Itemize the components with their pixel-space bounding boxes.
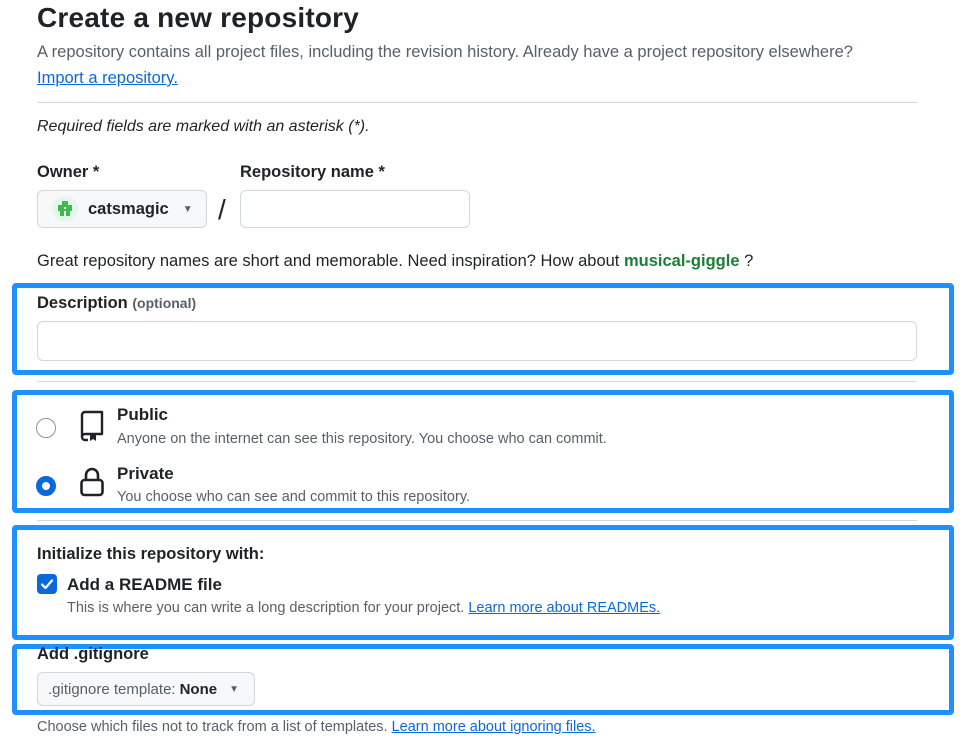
check-icon bbox=[40, 579, 54, 590]
avatar bbox=[52, 196, 78, 222]
public-title: Public bbox=[117, 405, 169, 424]
description-input[interactable] bbox=[37, 321, 917, 361]
name-suggestion-link[interactable]: musical-giggle bbox=[624, 252, 740, 270]
chevron-down-icon: ▼ bbox=[229, 683, 239, 695]
owner-label: Owner * bbox=[37, 163, 100, 181]
divider bbox=[37, 381, 917, 382]
repository-name-label: Repository name * bbox=[240, 163, 385, 181]
private-radio[interactable] bbox=[36, 476, 56, 496]
public-description: Anyone on the internet can see this repo… bbox=[117, 431, 607, 447]
readme-label[interactable]: Add a README file bbox=[67, 575, 222, 595]
owner-dropdown[interactable]: catsmagic ▼ bbox=[37, 190, 207, 228]
description-label: Description (optional) bbox=[37, 294, 197, 312]
gitignore-template-value: None bbox=[179, 680, 218, 698]
page-intro: A repository contains all project files,… bbox=[37, 43, 853, 61]
repository-name-input[interactable] bbox=[240, 190, 470, 228]
import-repository-link[interactable]: Import a repository. bbox=[37, 69, 178, 88]
readme-learn-more-link[interactable]: Learn more about READMEs. bbox=[468, 600, 660, 616]
repo-icon bbox=[78, 410, 106, 447]
readme-description: This is where you can write a long descr… bbox=[67, 600, 661, 616]
identicon-icon bbox=[58, 201, 72, 216]
gitignore-label: Add .gitignore bbox=[37, 645, 149, 663]
owner-repo-separator: / bbox=[218, 194, 226, 225]
gitignore-help: Choose which files not to track from a l… bbox=[37, 719, 596, 735]
divider bbox=[37, 520, 917, 521]
private-title: Private bbox=[117, 464, 174, 483]
required-note: Required fields are marked with an aster… bbox=[37, 118, 370, 135]
chevron-down-icon: ▼ bbox=[182, 203, 193, 215]
gitignore-template-dropdown[interactable]: .gitignore template: None ▼ bbox=[37, 672, 255, 706]
lock-icon bbox=[79, 466, 105, 503]
page-title: Create a new repository bbox=[37, 2, 360, 33]
owner-name: catsmagic bbox=[88, 199, 169, 218]
public-radio[interactable] bbox=[36, 418, 56, 438]
name-hint: Great repository names are short and mem… bbox=[37, 252, 754, 270]
readme-checkbox[interactable] bbox=[37, 574, 57, 594]
private-description: You choose who can see and commit to thi… bbox=[117, 489, 471, 505]
ignoring-files-link[interactable]: Learn more about ignoring files. bbox=[392, 719, 596, 735]
initialize-heading: Initialize this repository with: bbox=[37, 545, 265, 563]
divider bbox=[37, 102, 917, 103]
